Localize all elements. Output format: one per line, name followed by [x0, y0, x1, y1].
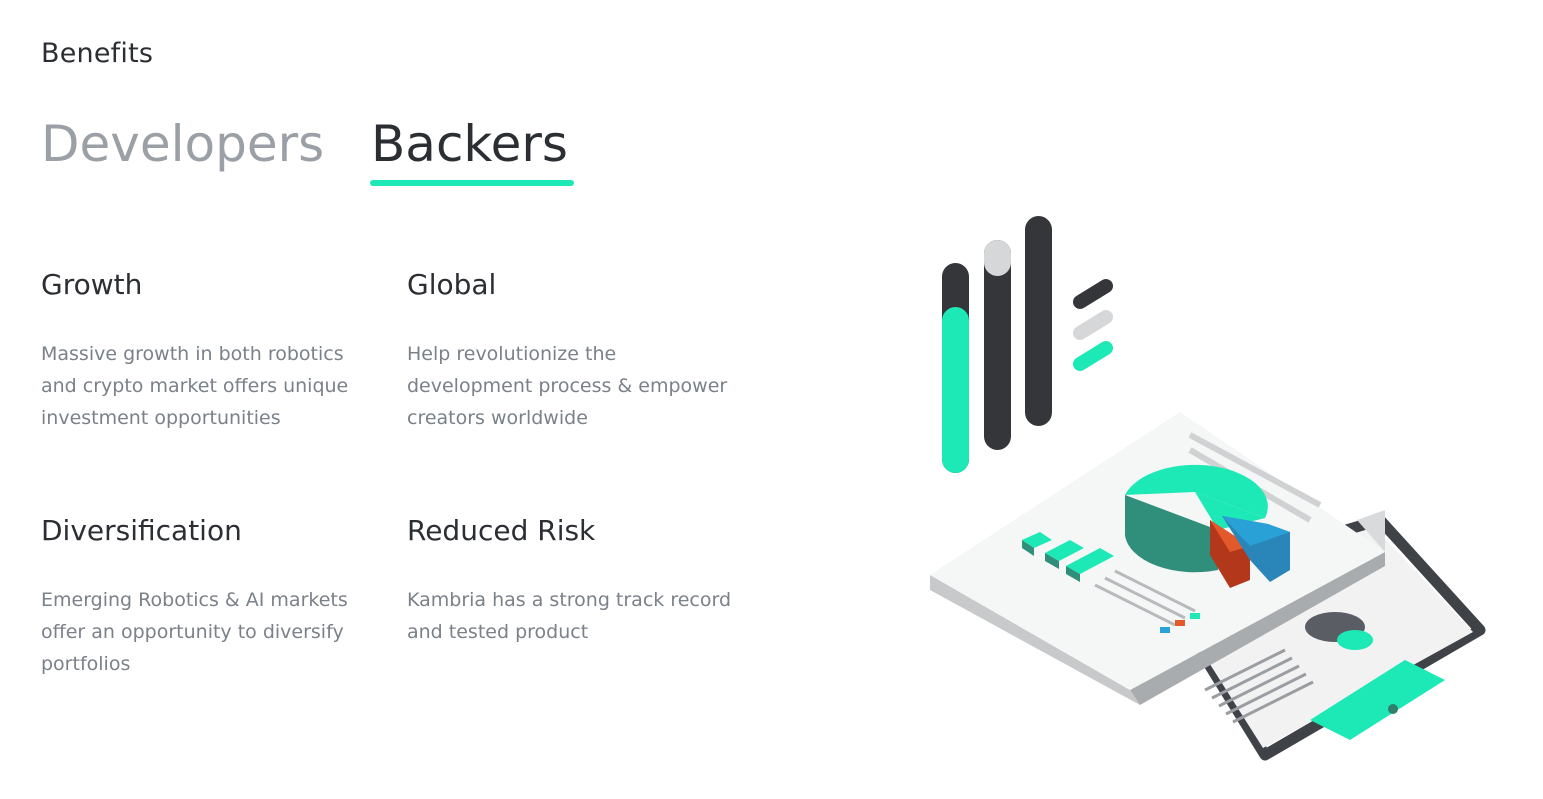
benefit-reduced-risk: Reduced Risk Kambria has a strong track … [407, 514, 737, 648]
section-title: Benefits [41, 38, 154, 69]
benefit-title: Diversification [41, 514, 242, 547]
tab-backers[interactable]: Backers [371, 112, 568, 176]
benefit-title: Reduced Risk [407, 514, 596, 547]
benefit-description: Emerging Robotics & AI markets offer an … [41, 589, 348, 675]
legend-icon [1073, 279, 1113, 371]
benefit-description: Help revolutionize the development proce… [407, 343, 728, 429]
benefit-global: Global Help revolutionize the developmen… [407, 268, 737, 434]
benefit-growth: Growth Massive growth in both robotics a… [41, 268, 371, 434]
benefits-page: Benefits Developers Backers Growth Massi… [0, 0, 1543, 799]
active-tab-indicator [370, 180, 574, 186]
benefit-title: Global [407, 268, 497, 301]
tab-developers[interactable]: Developers [41, 112, 324, 176]
benefit-description: Massive growth in both robotics and cryp… [41, 343, 349, 429]
benefit-diversification: Diversification Emerging Robotics & AI m… [41, 514, 371, 680]
analytics-report-illustration [930, 216, 1486, 761]
audience-tabs: Developers Backers [41, 112, 661, 192]
benefit-title: Growth [41, 268, 143, 301]
benefit-description: Kambria has a strong track record and te… [407, 589, 732, 643]
bar-chart-icon [942, 216, 1052, 473]
